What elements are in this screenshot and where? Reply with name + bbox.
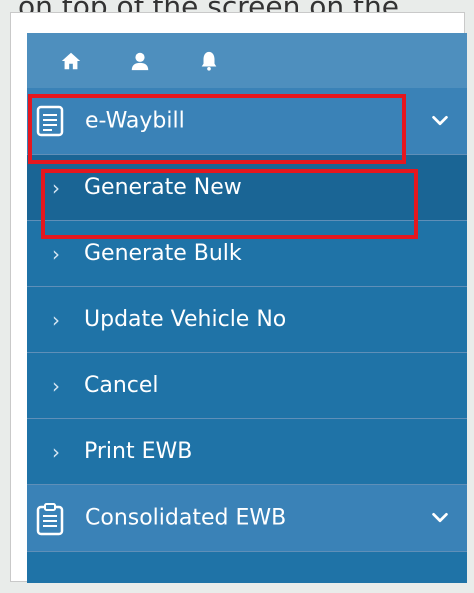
home-icon[interactable] — [59, 49, 83, 73]
caret-right-icon: › — [52, 241, 60, 266]
menu-item-label: Generate Bulk — [84, 241, 242, 266]
menu-item-label: Print EWB — [84, 439, 193, 464]
menu-item-label: Generate New — [84, 175, 242, 200]
menu-label-consolidated-ewb: Consolidated EWB — [85, 505, 287, 531]
menu-consolidated-ewb[interactable]: Consolidated EWB — [27, 485, 467, 552]
menu-item-label: Update Vehicle No — [84, 307, 287, 332]
document-icon — [36, 105, 64, 137]
chevron-down-icon[interactable] — [429, 110, 451, 132]
bell-icon[interactable] — [197, 49, 221, 73]
menu-item-print-ewb[interactable]: › Print EWB — [27, 419, 467, 485]
menu-e-waybill[interactable]: e-Waybill — [27, 88, 467, 155]
sidebar-topbar — [27, 33, 467, 88]
clipboard-icon — [36, 502, 64, 536]
menu-item-generate-bulk[interactable]: › Generate Bulk — [27, 221, 467, 287]
caret-right-icon: › — [52, 439, 60, 464]
user-icon[interactable] — [128, 49, 152, 73]
caret-right-icon: › — [52, 307, 60, 332]
menu-item-generate-new[interactable]: › Generate New — [27, 155, 467, 221]
caret-right-icon: › — [52, 175, 60, 200]
chevron-down-icon[interactable] — [429, 507, 451, 529]
sidebar-menu: e-Waybill › Generate New › Generate Bulk… — [27, 33, 467, 583]
menu-item-update-vehicle-no[interactable]: › Update Vehicle No — [27, 287, 467, 353]
caret-right-icon: › — [52, 373, 60, 398]
menu-label-e-waybill: e-Waybill — [85, 108, 185, 134]
menu-item-cancel[interactable]: › Cancel — [27, 353, 467, 419]
menu-item-label: Cancel — [84, 373, 159, 398]
